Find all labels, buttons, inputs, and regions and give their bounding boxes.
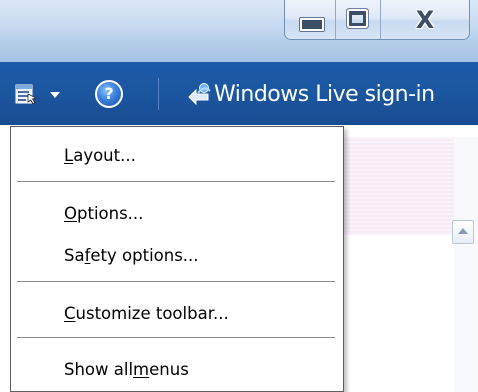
menu-item-mnemonic: O xyxy=(64,203,77,223)
menu-separator xyxy=(17,281,335,282)
menu-item-customize-toolbar[interactable]: Customize toolbar... xyxy=(13,297,341,329)
menu-item-show-all-menus[interactable]: Show all m enus xyxy=(13,353,341,385)
maximize-button[interactable] xyxy=(336,0,381,39)
menu-item-options[interactable]: Options... xyxy=(13,197,341,229)
menu-separator xyxy=(17,181,335,182)
menu-item-mnemonic: m xyxy=(133,359,150,379)
menu-item-label-suffix: ptions... xyxy=(77,203,144,223)
close-icon: X xyxy=(415,5,435,34)
arrow-up-icon xyxy=(458,228,468,234)
close-button[interactable]: X xyxy=(380,0,469,39)
toolbar-separator xyxy=(158,78,159,110)
menu-item-safety-options[interactable]: Sa f ety options... xyxy=(13,239,341,271)
windows-live-signin-button[interactable]: Windows Live sign-in xyxy=(186,74,435,114)
minimize-button[interactable] xyxy=(285,0,337,39)
help-icon: ? xyxy=(104,84,114,103)
menu-item-mnemonic: C xyxy=(64,303,76,323)
menu-separator xyxy=(17,337,335,338)
windows-live-icon xyxy=(188,83,211,106)
menu-item-label-prefix: Show all xyxy=(64,359,134,379)
minimize-icon xyxy=(300,17,325,31)
menu-item-label-suffix: ustomize toolbar... xyxy=(75,303,229,323)
page-banner xyxy=(344,137,454,235)
scroll-up-button[interactable] xyxy=(452,220,474,244)
menu-item-layout[interactable]: Layout... xyxy=(13,139,341,171)
tools-dropdown-menu: Layout... Options... Sa f ety options... C… xyxy=(10,126,344,392)
tools-icon xyxy=(15,84,38,105)
maximize-icon xyxy=(349,10,367,26)
help-button[interactable]: ? xyxy=(95,80,123,108)
menu-item-label-prefix: Sa xyxy=(64,245,85,265)
menu-item-label-suffix: ayout... xyxy=(73,145,136,165)
menu-item-label-suffix: ety options... xyxy=(90,245,199,265)
menu-item-label-suffix: enus xyxy=(149,359,189,379)
window-caption-buttons: X xyxy=(284,0,470,40)
menu-item-mnemonic: L xyxy=(64,145,74,165)
command-bar: ? Windows Live sign-in xyxy=(0,62,478,125)
window-title-bar: X xyxy=(0,0,478,62)
tools-menu-button[interactable] xyxy=(10,74,72,114)
windows-live-signin-label: Windows Live sign-in xyxy=(214,81,435,107)
chevron-down-icon xyxy=(50,92,60,98)
page-side-panel xyxy=(454,137,478,392)
